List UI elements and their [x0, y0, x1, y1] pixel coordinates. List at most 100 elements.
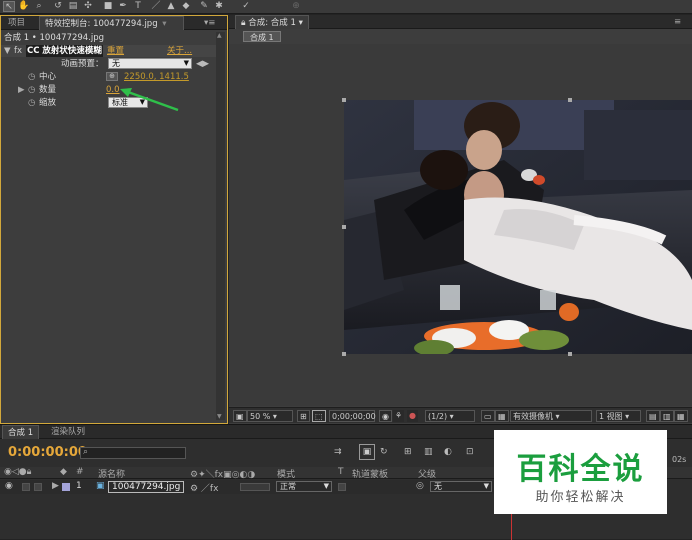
- puppet-tool-icon[interactable]: ✱: [213, 1, 225, 12]
- views-select[interactable]: 1 视图 ▾: [596, 410, 641, 422]
- switches-icon: ⚙✦＼fx▣◎◐◑: [190, 470, 256, 480]
- tab-dropdown-icon[interactable]: ▾: [299, 18, 303, 28]
- col-t: T: [338, 467, 344, 477]
- watermark-title: 百科全说: [516, 452, 645, 487]
- reset-link[interactable]: 重置: [107, 45, 124, 57]
- param-label-zoom: 缩放: [39, 98, 57, 108]
- tab-render-queue[interactable]: 渲染队列: [46, 425, 90, 439]
- stopwatch-icon[interactable]: ◷: [28, 97, 35, 109]
- photo-illustration: [344, 100, 692, 354]
- param-value-center[interactable]: 2250.0, 1411.5: [124, 71, 189, 83]
- camera-select[interactable]: 有效摄像机 ▾: [510, 410, 592, 422]
- comp-flow-icon[interactable]: ⇉: [334, 447, 342, 457]
- stopwatch-icon[interactable]: ◷: [28, 71, 35, 83]
- pickwhip-icon[interactable]: ◎: [416, 481, 424, 491]
- camera-tool-icon[interactable]: ▤: [67, 1, 79, 12]
- panel-menu-icon[interactable]: ▾≡: [199, 16, 220, 30]
- draft-3d-icon[interactable]: ▣: [359, 444, 375, 460]
- tools-toolbar: ↖ ✋ ⌕ ↺ ▤ ✣ ■ ✒ T ／ ▲ ◆ ✎ ✱ ✓ ⊕: [0, 0, 692, 14]
- breadcrumb: 合成 1 • 100477294.jpg: [4, 33, 105, 43]
- twirl-open-icon[interactable]: ▼: [4, 45, 11, 57]
- av-features-icon: ◉◁●🔒︎: [4, 467, 32, 477]
- comp-name-tab[interactable]: 合成 1: [243, 31, 281, 42]
- preset-select[interactable]: 无 ▼: [108, 58, 192, 69]
- layer-handle[interactable]: [568, 352, 572, 356]
- transparency-grid-icon[interactable]: ▦: [495, 410, 509, 422]
- mode-select[interactable]: 正常 ▼: [276, 481, 332, 492]
- frame-blend-icon[interactable]: ⊞: [404, 447, 412, 457]
- fx-toggle-icon[interactable]: fx: [14, 45, 22, 57]
- effect-row[interactable]: ▼ fx CC 放射状快速模糊 重置 关于...: [1, 45, 225, 57]
- mask-toggle-icon[interactable]: ⬚: [312, 410, 326, 422]
- region-of-interest-icon[interactable]: ▭: [481, 410, 495, 422]
- timeline-icon[interactable]: ▦: [674, 410, 688, 422]
- safe-zones-icon[interactable]: ⊞: [297, 410, 310, 422]
- timeline-timecode[interactable]: 0:00:00:00: [8, 445, 87, 460]
- scroll-down-icon[interactable]: ▼: [217, 413, 222, 420]
- eraser-tool-icon[interactable]: ◆: [180, 1, 192, 12]
- tab-comp1[interactable]: 合成 1: [2, 425, 40, 439]
- snapshot-icon[interactable]: ◉: [379, 410, 392, 422]
- pan-behind-tool-icon[interactable]: ✣: [82, 1, 94, 12]
- crosshair-icon[interactable]: ⊕: [106, 72, 118, 81]
- motion-blur-icon[interactable]: ▥: [424, 447, 433, 457]
- grid-icon[interactable]: ▣: [233, 410, 247, 422]
- show-snapshot-icon[interactable]: ⚘: [393, 410, 405, 422]
- label-color-swatch[interactable]: [62, 483, 70, 491]
- layer-handle[interactable]: [342, 98, 346, 102]
- brush-tool-icon[interactable]: ／: [150, 1, 162, 12]
- pen-tool-icon[interactable]: ✒: [117, 1, 129, 12]
- text-tool-icon[interactable]: T: [132, 1, 144, 12]
- layer-handle[interactable]: [342, 352, 346, 356]
- stopwatch-icon[interactable]: ◷: [28, 84, 35, 96]
- fast-preview-icon[interactable]: ▥: [660, 410, 674, 422]
- audio-toggle[interactable]: [22, 483, 30, 491]
- brainstorm-icon[interactable]: ⊡: [466, 447, 474, 457]
- timecode-display[interactable]: 0;00;00;00: [329, 410, 376, 422]
- search-input[interactable]: ⌕: [80, 447, 186, 459]
- tab-composition[interactable]: 🔒︎ 合成: 合成 1 ▾: [235, 15, 309, 29]
- param-label-center: 中心: [39, 72, 57, 82]
- about-link[interactable]: 关于...: [167, 45, 192, 57]
- axis-local-icon[interactable]: ⊕: [290, 1, 302, 12]
- switch-boxes[interactable]: [240, 483, 270, 491]
- stamp-tool-icon[interactable]: ▲: [165, 1, 177, 12]
- composition-tab-label: 合成: 合成 1: [248, 18, 296, 28]
- scrollbar[interactable]: ▲ ▼: [216, 32, 225, 420]
- preserve-transparency-toggle[interactable]: [338, 483, 346, 491]
- rectangle-tool-icon[interactable]: ■: [102, 1, 114, 12]
- tab-effect-controls[interactable]: 特效控制台: 100477294.jpg ▾: [39, 16, 184, 30]
- zoom-tool-icon[interactable]: ⌕: [33, 1, 45, 12]
- graph-editor-icon[interactable]: ◐: [444, 447, 452, 457]
- layer-switches-icon[interactable]: ⚙ ／fx: [190, 481, 218, 494]
- tab-project[interactable]: 项目: [3, 16, 30, 30]
- twirl-closed-icon[interactable]: ▶: [18, 84, 25, 96]
- selection-tool-icon[interactable]: ↖: [3, 1, 15, 12]
- layer-number: 1: [76, 481, 82, 491]
- composition-image[interactable]: [344, 100, 692, 354]
- channel-icon[interactable]: ●: [407, 410, 418, 422]
- col-num: #: [76, 467, 84, 477]
- preset-prev-next-icon[interactable]: ◀▶: [196, 58, 209, 70]
- scroll-up-icon[interactable]: ▲: [217, 32, 222, 39]
- parent-select[interactable]: 无 ▼: [430, 481, 492, 492]
- hand-tool-icon[interactable]: ✋: [18, 1, 30, 12]
- toggle-pixel-icon[interactable]: ▤: [646, 410, 660, 422]
- table-row[interactable]: ◉ ▶ 1 ▣ 100477294.jpg ⚙ ／fx 正常 ▼ ◎ 无 ▼: [0, 480, 500, 494]
- zoom-select[interactable]: 50 % ▾: [247, 410, 293, 422]
- eye-icon[interactable]: ◉: [5, 481, 13, 491]
- axis-tool-icon[interactable]: ✓: [240, 1, 252, 12]
- col-source-name[interactable]: 源名称: [98, 467, 125, 480]
- layer-handle[interactable]: [568, 98, 572, 102]
- layer-name[interactable]: 100477294.jpg: [108, 481, 185, 493]
- rotate-tool-icon[interactable]: ↺: [52, 1, 64, 12]
- tab-dropdown-icon[interactable]: ▾: [162, 19, 166, 29]
- shy-layers-icon[interactable]: ↻: [380, 447, 388, 457]
- chevron-down-icon: ▼: [483, 482, 489, 490]
- roto-brush-tool-icon[interactable]: ✎: [198, 1, 210, 12]
- resolution-select[interactable]: (1/2) ▾: [425, 410, 475, 422]
- panel-menu-icon[interactable]: ≡: [669, 15, 686, 29]
- twirl-closed-icon[interactable]: ▶: [52, 481, 59, 491]
- solo-toggle[interactable]: [34, 483, 42, 491]
- layer-handle[interactable]: [342, 225, 346, 229]
